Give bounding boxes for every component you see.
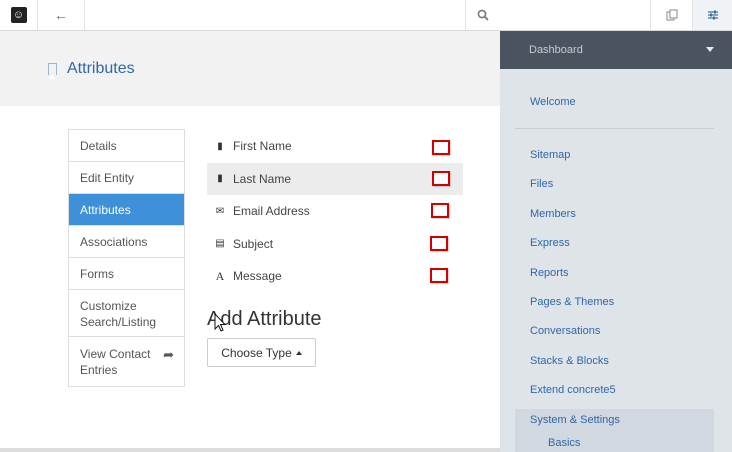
attribute-label: Message xyxy=(233,269,282,284)
attribute-label: Subject xyxy=(233,236,274,251)
arrow-left-icon: ← xyxy=(54,7,68,23)
attribute-row-last-name[interactable]: ▮ Last Name xyxy=(207,162,463,195)
caret-down-icon xyxy=(706,47,714,52)
dashboard-link-pages-themes[interactable]: Pages & Themes xyxy=(530,296,614,308)
font-icon: A xyxy=(215,268,225,283)
nav-item-label: Customize Search/Listing xyxy=(80,299,157,329)
entity-nav: Details Edit Entity Attributes Associati… xyxy=(68,129,185,387)
attribute-checkbox[interactable] xyxy=(432,170,450,186)
attribute-label: First Name xyxy=(233,139,292,154)
top-toolbar: ☺ ← xyxy=(0,0,732,31)
nav-item-forms[interactable]: Forms xyxy=(69,258,184,290)
attribute-label: Last Name xyxy=(233,171,292,186)
settings-button[interactable] xyxy=(692,0,732,30)
share-arrow-icon: ➦ xyxy=(163,347,174,362)
nav-item-customize-search[interactable]: Customize Search/Listing xyxy=(69,290,184,337)
attribute-row-first-name[interactable]: ▮ First Name xyxy=(207,130,463,163)
attribute-checkbox[interactable] xyxy=(430,235,448,251)
search-button[interactable] xyxy=(465,0,650,30)
attribute-row-email[interactable]: ✉ Email Address xyxy=(207,195,463,228)
attribute-row-message[interactable]: A Message xyxy=(207,260,463,293)
copy-button[interactable] xyxy=(650,0,692,30)
page-title: Attributes xyxy=(48,60,135,79)
dashboard-header-label: Dashboard xyxy=(529,44,583,56)
attribute-checkbox[interactable] xyxy=(431,203,449,218)
search-icon xyxy=(477,9,489,21)
back-button[interactable]: ← xyxy=(38,0,85,30)
attribute-list: ▮ First Name ▮ Last Name ✉ Email Address… xyxy=(207,130,463,293)
nav-item-view-entries[interactable]: View Contact Entries ➦ xyxy=(69,337,184,386)
mouse-cursor-icon xyxy=(214,313,226,332)
dashboard-link-stacks-blocks[interactable]: Stacks & Blocks xyxy=(530,355,609,367)
dashboard-link-files[interactable]: Files xyxy=(530,178,553,190)
sliders-icon xyxy=(707,10,718,20)
dashboard-link-reports[interactable]: Reports xyxy=(530,267,569,279)
nav-item-details[interactable]: Details xyxy=(69,130,184,162)
choose-type-label: Choose Type xyxy=(221,345,292,360)
dashboard-link-members[interactable]: Members xyxy=(530,208,576,220)
dashboard-divider xyxy=(515,128,714,129)
logo-button[interactable]: ☺ xyxy=(0,0,38,30)
file-icon: ▮ xyxy=(217,140,223,152)
dashboard-link-welcome[interactable]: Welcome xyxy=(530,96,576,108)
dashboard-header[interactable]: Dashboard xyxy=(500,31,732,69)
bookmark-icon[interactable] xyxy=(48,63,57,79)
dashboard-link-basics[interactable]: Basics xyxy=(548,437,580,449)
dashboard-link-express[interactable]: Express xyxy=(530,237,570,249)
file-icon: ▮ xyxy=(217,173,223,185)
dashboard-link-system-settings[interactable]: System & Settings xyxy=(530,414,620,426)
choose-type-button[interactable]: Choose Type xyxy=(207,338,316,367)
attribute-checkbox[interactable] xyxy=(432,140,450,155)
attribute-label: Email Address xyxy=(233,204,310,219)
dashboard-panel: Dashboard Welcome Sitemap Files Members … xyxy=(500,31,732,452)
nav-item-associations[interactable]: Associations xyxy=(69,226,184,258)
copy-icon xyxy=(666,9,677,21)
nav-item-edit-entity[interactable]: Edit Entity xyxy=(69,162,184,194)
page-title-text: Attributes xyxy=(67,60,135,77)
caret-up-icon xyxy=(295,350,302,355)
dashboard-link-extend[interactable]: Extend concrete5 xyxy=(530,384,616,396)
envelope-icon: ✉ xyxy=(215,205,225,217)
dashboard-link-sitemap[interactable]: Sitemap xyxy=(530,149,570,161)
nav-item-label: View Contact Entries xyxy=(80,347,151,377)
dashboard-link-conversations[interactable]: Conversations xyxy=(530,325,600,337)
horizontal-scrollbar[interactable] xyxy=(0,448,500,452)
attribute-checkbox[interactable] xyxy=(430,268,448,283)
nav-item-attributes[interactable]: Attributes xyxy=(69,194,184,226)
concrete5-logo-icon: ☺ xyxy=(10,7,27,23)
page-header: Attributes xyxy=(0,31,500,106)
attribute-row-subject[interactable]: ▤ Subject xyxy=(207,228,463,261)
list-icon: ▤ xyxy=(215,238,225,250)
